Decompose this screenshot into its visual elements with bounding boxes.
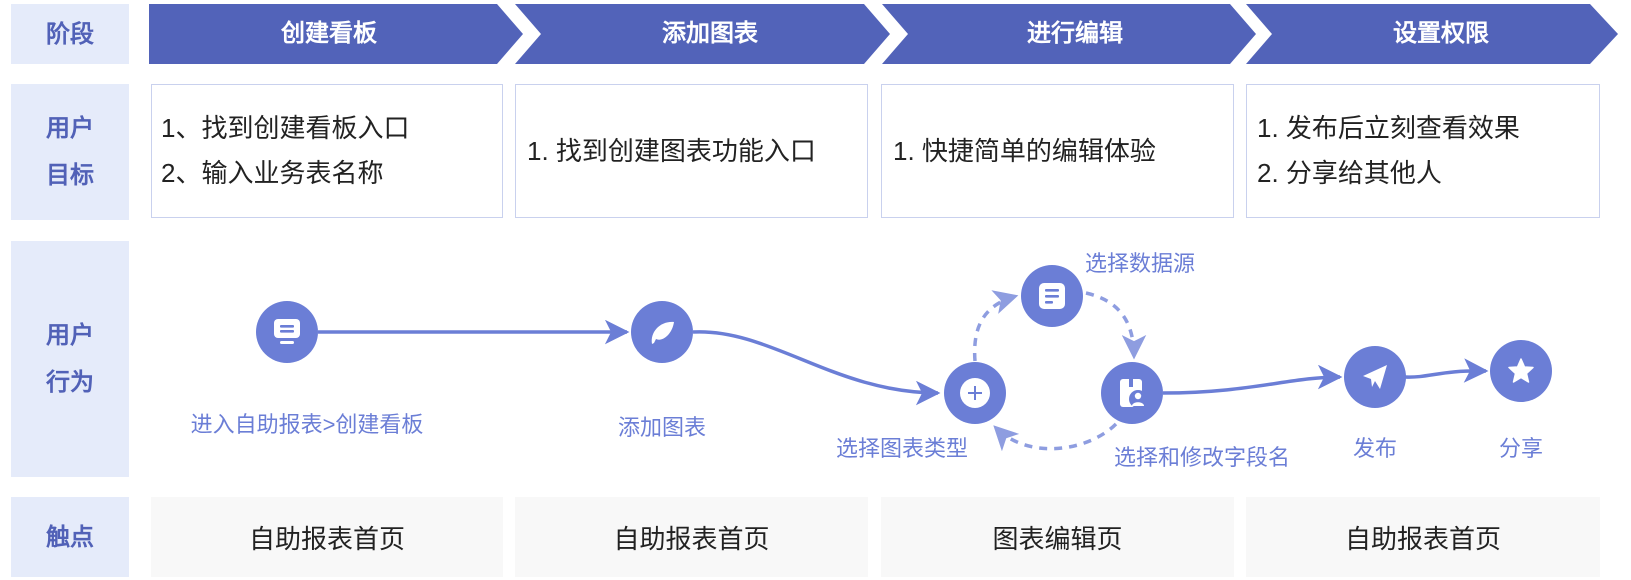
flow-node-label: 发布 — [1352, 436, 1398, 461]
touchpoint-text: 自助报表首页 — [613, 523, 770, 554]
flow-edge — [692, 330, 941, 406]
flow-node-label: 选择图表类型 — [835, 436, 969, 461]
flow-node[interactable] — [1490, 340, 1552, 402]
document-icon — [1039, 283, 1065, 309]
touchpoint-card: 自助报表首页 — [1246, 497, 1600, 577]
flow-node[interactable] — [1101, 362, 1163, 424]
touchpoint-card: 自助报表首页 — [151, 497, 503, 577]
flow-edge-dashed — [972, 290, 1019, 362]
flow-edge-dashed — [1085, 291, 1147, 360]
flow-node-label: 选择和修改字段名 — [1113, 445, 1291, 470]
flow-node[interactable] — [256, 301, 318, 363]
flow-edge — [1162, 364, 1343, 395]
touchpoint-text: 自助报表首页 — [1344, 523, 1501, 554]
flow-node-label: 添加图表 — [617, 415, 707, 440]
flow-node-label: 进入自助报表>创建看板 — [190, 412, 424, 437]
flow-node[interactable] — [631, 301, 693, 363]
flow-edge — [1404, 358, 1489, 383]
touchpoint-text: 自助报表首页 — [248, 523, 405, 554]
flow-node[interactable] — [1344, 346, 1406, 408]
plus-circle-icon — [960, 378, 990, 408]
flow-node[interactable] — [1021, 265, 1083, 327]
flow-node[interactable] — [944, 362, 1006, 424]
flow-node-label: 选择数据源 — [1084, 251, 1196, 276]
touchpoint-card: 自助报表首页 — [515, 497, 868, 577]
flow-node-label: 分享 — [1498, 436, 1544, 461]
flow-edge-dashed — [993, 422, 1118, 452]
touchpoint-card: 图表编辑页 — [881, 497, 1234, 577]
touchpoint-text: 图表编辑页 — [992, 523, 1123, 554]
behavior-flow — [256, 265, 1552, 452]
